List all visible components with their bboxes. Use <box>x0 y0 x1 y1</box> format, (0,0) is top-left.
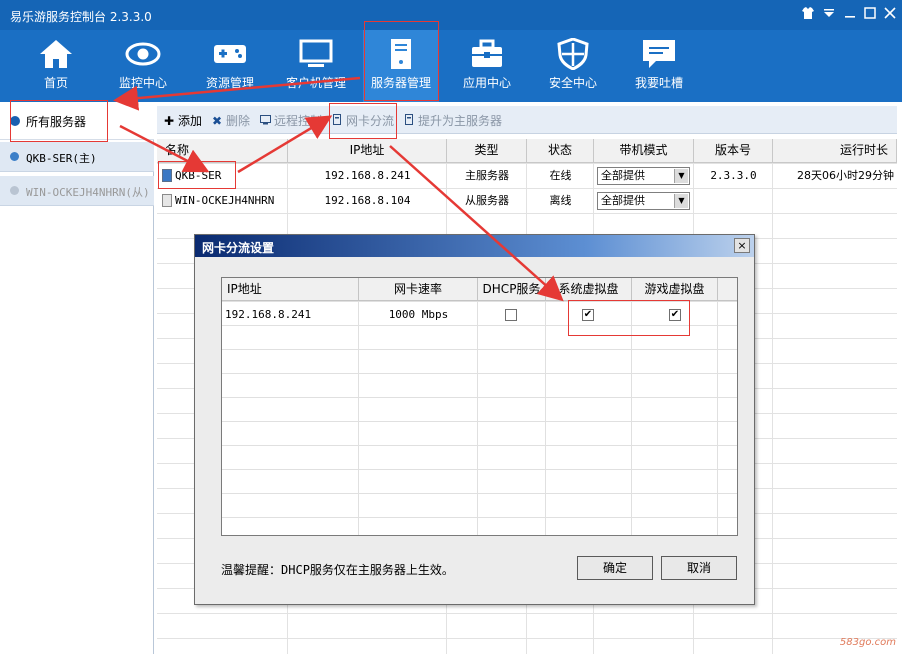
annotation-arrows <box>113 76 564 302</box>
annotation-arrow <box>119 124 210 173</box>
annotation-arrow <box>113 76 361 111</box>
annotation-arrow <box>237 115 333 174</box>
annotation-arrow <box>389 145 564 302</box>
watermark: 583go.com <box>839 637 896 648</box>
